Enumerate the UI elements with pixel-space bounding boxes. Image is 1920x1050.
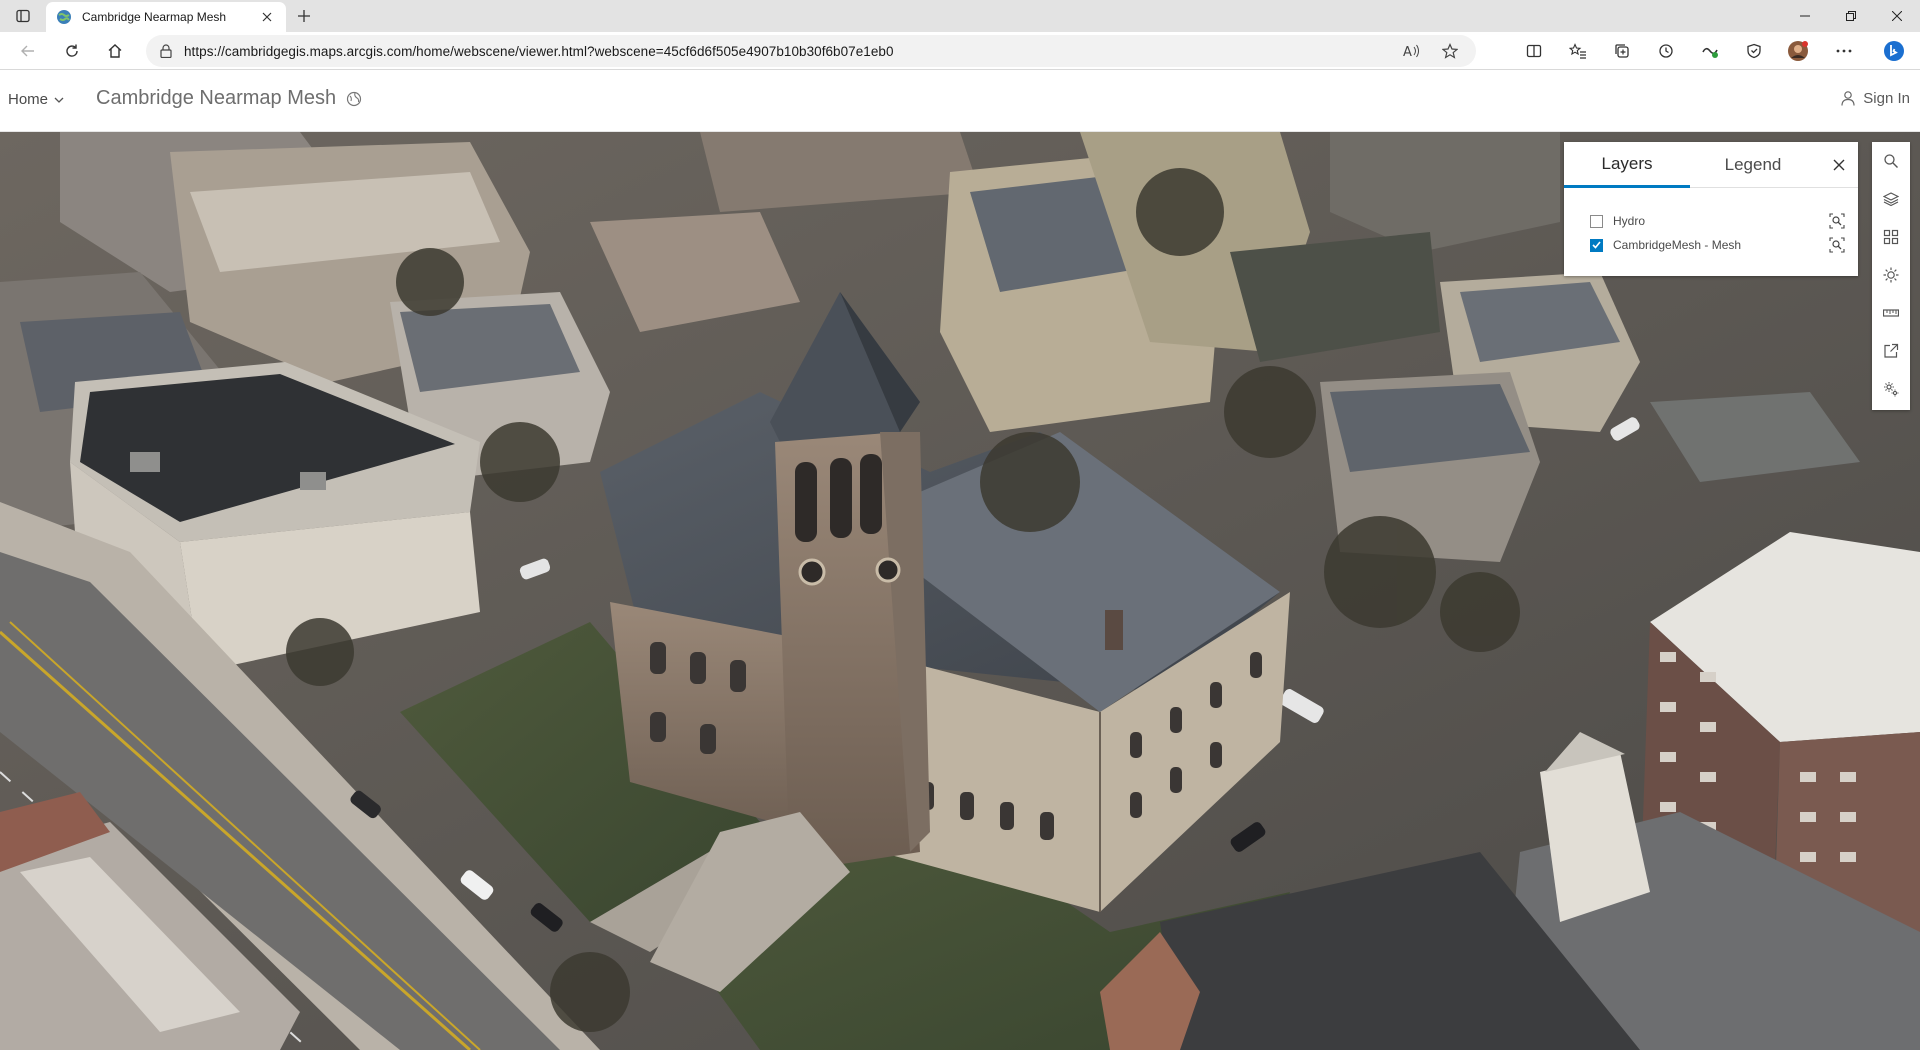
page-title: Cambridge Nearmap Mesh (96, 87, 362, 110)
share-widget-button[interactable] (1872, 332, 1910, 370)
split-screen-icon (1526, 44, 1542, 58)
lock-icon (160, 44, 172, 58)
measure-icon (1883, 309, 1899, 317)
widget-toolbar (1872, 142, 1910, 410)
app-header: Home Cambridge Nearmap Mesh Sign In (0, 70, 1920, 132)
settings-widget-button[interactable] (1872, 370, 1910, 408)
restore-icon (1846, 11, 1856, 21)
basemap-gallery-icon (1883, 229, 1899, 245)
refresh-icon (66, 44, 78, 57)
layers-icon (1883, 192, 1899, 207)
tab-legend[interactable]: Legend (1690, 142, 1816, 188)
layer-visibility-checkbox[interactable] (1590, 214, 1603, 228)
home-menu-label: Home (8, 91, 49, 108)
panel-close-button[interactable] (1828, 154, 1850, 176)
share-icon (1884, 343, 1899, 358)
refresh-button[interactable] (58, 37, 86, 65)
checkmark-icon (1592, 241, 1601, 249)
browser-tab-strip: Cambridge Nearmap Mesh (0, 0, 1920, 32)
layer-label: Hydro (1613, 214, 1646, 228)
chevron-down-icon (54, 97, 64, 103)
home-menu-button[interactable]: Home (8, 91, 64, 108)
zoom-to-layer-button[interactable] (1828, 212, 1846, 230)
zoom-to-icon (1829, 237, 1845, 253)
layer-label: CambridgeMesh - Mesh (1613, 238, 1742, 252)
chimney (1105, 610, 1123, 650)
close-icon (262, 12, 272, 22)
address-bar[interactable]: https://cambridgegis.maps.arcgis.com/hom… (146, 35, 1476, 67)
zoom-to-icon (1829, 213, 1845, 229)
tab-title: Cambridge Nearmap Mesh (82, 10, 227, 24)
globe-favicon-icon (57, 10, 71, 24)
heart-shield-icon (1747, 43, 1761, 59)
clock-face (875, 557, 901, 583)
extension-button[interactable] (1696, 37, 1724, 65)
profile-button[interactable] (1784, 37, 1812, 65)
clock-face (798, 558, 826, 586)
close-icon (1833, 159, 1845, 171)
layer-item-cambridge-mesh: CambridgeMesh - Mesh (1590, 235, 1846, 255)
favorites-list-icon (1569, 43, 1586, 59)
plus-icon (298, 10, 310, 22)
close-icon (1892, 11, 1902, 21)
layers-widget-button[interactable] (1872, 180, 1910, 218)
sign-in-button[interactable]: Sign In (1841, 90, 1910, 107)
home-button[interactable] (101, 37, 129, 65)
more-icon (1836, 49, 1852, 53)
window-close-button[interactable] (1874, 0, 1920, 32)
bing-chat-button[interactable] (1880, 37, 1908, 65)
avatar (1788, 41, 1808, 61)
read-aloud-button[interactable]: A (1400, 39, 1424, 63)
restore-button[interactable] (1828, 0, 1874, 32)
star-icon (1442, 43, 1458, 59)
minimize-button[interactable] (1782, 0, 1828, 32)
url-text: https://cambridgegis.maps.arcgis.com/hom… (184, 43, 894, 59)
layer-item-hydro: Hydro (1590, 211, 1846, 231)
search-widget-button[interactable] (1872, 142, 1910, 180)
split-screen-button[interactable] (1520, 37, 1548, 65)
zoom-to-layer-button[interactable] (1828, 236, 1846, 254)
user-icon (1841, 91, 1855, 106)
daylight-widget-button[interactable] (1872, 256, 1910, 294)
layers-panel: Layers Legend Hydro CambridgeMesh - Mesh (1564, 142, 1858, 276)
back-button[interactable] (14, 37, 42, 65)
collections-icon (1615, 44, 1629, 58)
scene-title-text: Cambridge Nearmap Mesh (96, 87, 337, 109)
tab-actions-button[interactable] (10, 5, 36, 27)
home-icon (108, 44, 122, 58)
settings-icon (1884, 382, 1899, 397)
search-icon (1884, 154, 1898, 168)
extension-icon (1702, 47, 1718, 58)
daylight-icon (1883, 267, 1899, 283)
browser-tab[interactable]: Cambridge Nearmap Mesh (46, 2, 286, 32)
back-arrow-icon (21, 45, 34, 57)
panel-tab-bar: Layers Legend (1564, 142, 1858, 188)
favorites-button[interactable] (1564, 37, 1592, 65)
tab-layers[interactable]: Layers (1564, 142, 1690, 188)
window-controls (1782, 0, 1920, 32)
history-icon (1659, 44, 1673, 58)
history-button[interactable] (1652, 37, 1680, 65)
tab-legend-label: Legend (1724, 155, 1782, 174)
public-globe-icon (347, 91, 362, 106)
sign-in-label: Sign In (1863, 90, 1910, 107)
browser-toolbar: https://cambridgegis.maps.arcgis.com/hom… (0, 32, 1920, 70)
new-tab-button[interactable] (292, 4, 316, 28)
favorite-button[interactable] (1438, 39, 1462, 63)
measure-widget-button[interactable] (1872, 294, 1910, 332)
basemap-widget-button[interactable] (1872, 218, 1910, 256)
collections-button[interactable] (1608, 37, 1636, 65)
read-aloud-icon: A (1403, 44, 1419, 59)
browser-essentials-button[interactable] (1740, 37, 1768, 65)
tab-layers-label: Layers (1601, 153, 1653, 173)
more-options-button[interactable] (1830, 37, 1858, 65)
tab-actions-icon (16, 9, 30, 23)
tab-close-button[interactable] (258, 8, 276, 26)
minimize-icon (1800, 15, 1810, 17)
layer-visibility-checkbox[interactable] (1590, 238, 1603, 252)
bing-icon (1884, 41, 1904, 61)
svg-text:A: A (1403, 45, 1412, 59)
